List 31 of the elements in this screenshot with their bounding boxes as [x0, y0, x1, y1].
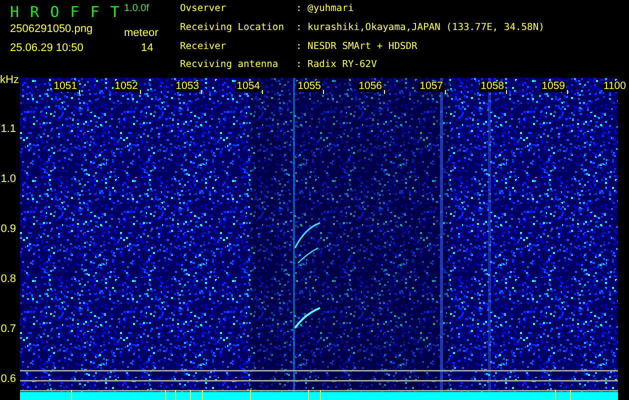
info-value: : @yuhmari [296, 3, 355, 16]
y-axis-label: 1.1 [0, 124, 16, 135]
x-axis-label: 1055 [296, 81, 322, 92]
info-label: Ovserver [180, 3, 228, 16]
x-axis-label: 1052 [114, 81, 139, 92]
x-axis-label: 1051 [52, 81, 78, 92]
x-axis-label: 1100 [602, 81, 627, 92]
y-axis-label: 1.0 [0, 174, 16, 185]
axis-unit: kHz [0, 74, 19, 86]
x-axis-label: 1059 [540, 81, 566, 92]
info-label: Receiving Location [180, 22, 285, 35]
x-axis-label: 1058 [480, 81, 505, 92]
y-axis-label: 0.9 [0, 224, 16, 235]
x-axis-label: 1054 [236, 81, 261, 92]
info-value: : kurashiki,Okayama,JAPAN (133.77E, 34.58N) [296, 22, 544, 35]
x-axis-label: 1057 [418, 81, 444, 92]
x-axis-label: 1053 [174, 81, 200, 92]
x-axis-label: 1056 [358, 81, 383, 92]
info-label: Receiver [180, 40, 228, 54]
count-label: 14 [141, 42, 154, 54]
y-axis-label: 0.7 [0, 324, 16, 335]
timestamp-label: 25.06.29 10:50 [10, 42, 84, 54]
program-title: H R O F F T [10, 3, 120, 21]
y-axis-label: 0.8 [0, 274, 16, 285]
info-label: Recviving antenna [180, 59, 280, 72]
info-value: : NESDR SMArt + HDSDR [296, 40, 418, 54]
filename-label: 2506291050.png [10, 23, 93, 35]
y-axis-label: 0.6 [0, 374, 16, 385]
info-value: : Radix RY-62V [296, 59, 378, 72]
version-label: 1.0.0f [124, 3, 150, 14]
mode-label: meteor [124, 27, 158, 39]
